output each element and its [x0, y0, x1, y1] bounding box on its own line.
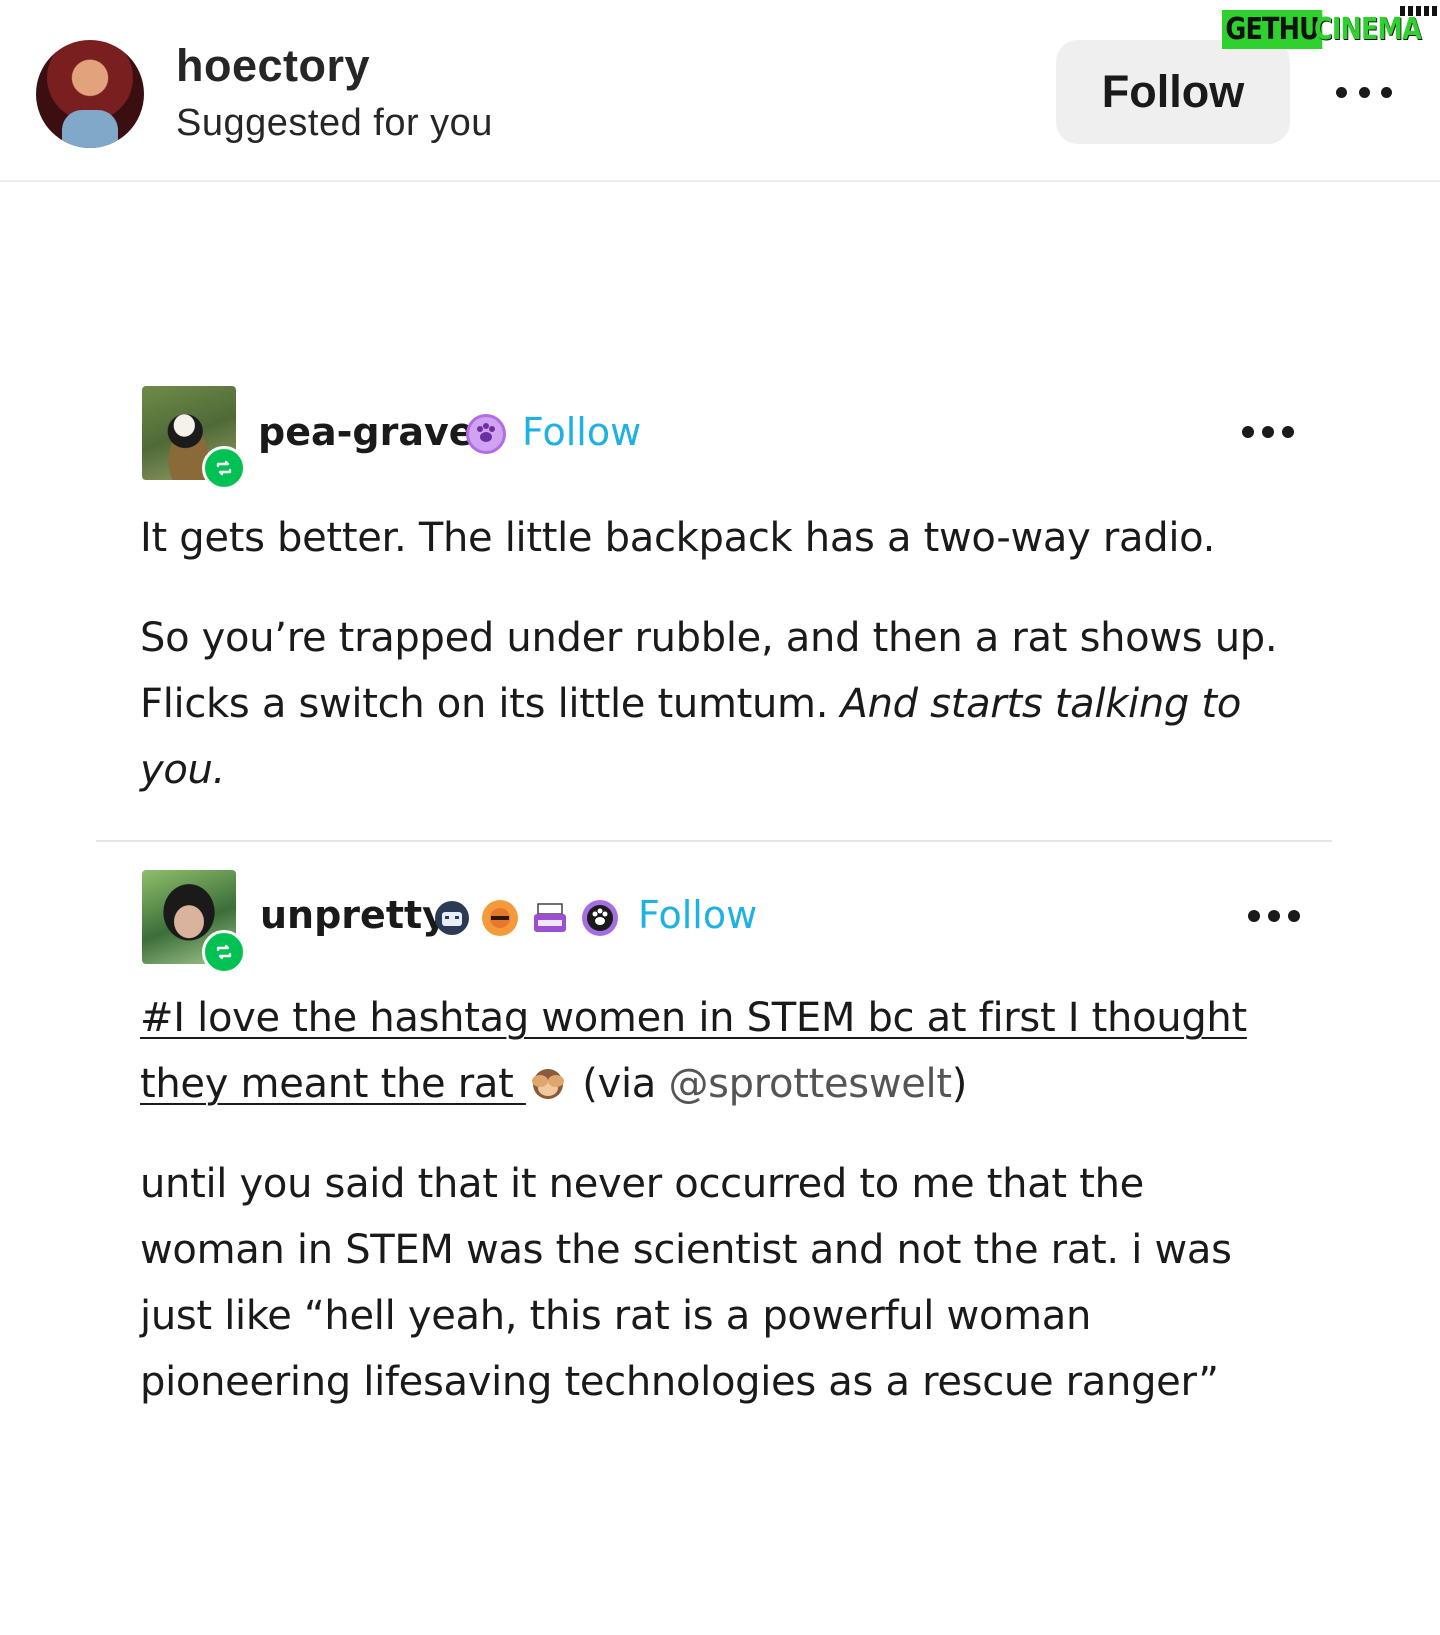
post-divider	[96, 840, 1332, 842]
post-body: It gets better. The little backpack has …	[140, 505, 1290, 803]
watermark-right-text: CINEMA	[1314, 11, 1422, 47]
follow-link[interactable]: Follow	[638, 893, 757, 937]
blog-avatar[interactable]	[142, 870, 246, 974]
paw-badge-icon[interactable]	[466, 414, 506, 454]
watermark-logo: GETHU CINEMA	[1222, 6, 1440, 52]
typewriter-badge-icon[interactable]	[530, 898, 570, 938]
more-options-icon[interactable]	[1336, 82, 1392, 102]
avatar[interactable]	[36, 40, 144, 148]
reblog-icon	[202, 930, 246, 974]
more-options-icon[interactable]	[1242, 425, 1294, 439]
blog-name[interactable]: pea-gravel	[258, 410, 488, 454]
suggested-label: Suggested for you	[176, 102, 493, 144]
more-options-icon[interactable]	[1248, 909, 1300, 923]
post-paragraph: So you’re trapped under rubble, and then…	[140, 605, 1290, 803]
follow-link[interactable]: Follow	[522, 410, 641, 454]
see-no-evil-monkey-icon	[526, 1057, 570, 1099]
username[interactable]: hoectory	[176, 40, 370, 92]
follow-button[interactable]: Follow	[1056, 40, 1290, 144]
via-suffix: )	[951, 1061, 968, 1107]
post-paragraph: #I love the hashtag women in STEM bc at …	[140, 985, 1290, 1117]
sun-badge-icon[interactable]	[480, 898, 520, 938]
via-prefix: (via	[569, 1061, 669, 1107]
paw-badge-icon[interactable]	[580, 898, 620, 938]
watermark-left-text: GETHU	[1222, 9, 1323, 49]
blog-avatar[interactable]	[142, 386, 246, 490]
robot-badge-icon[interactable]	[432, 898, 472, 938]
film-strip-icon	[1400, 6, 1440, 16]
post-paragraph: until you said that it never occurred to…	[140, 1161, 1232, 1405]
reblog-icon	[202, 446, 246, 490]
mention-link[interactable]: @sprotteswelt	[668, 1061, 952, 1107]
post-paragraph: It gets better. The little backpack has …	[140, 515, 1216, 561]
post-body: #I love the hashtag women in STEM bc at …	[140, 985, 1290, 1415]
blog-name[interactable]: unpretty	[260, 893, 447, 937]
